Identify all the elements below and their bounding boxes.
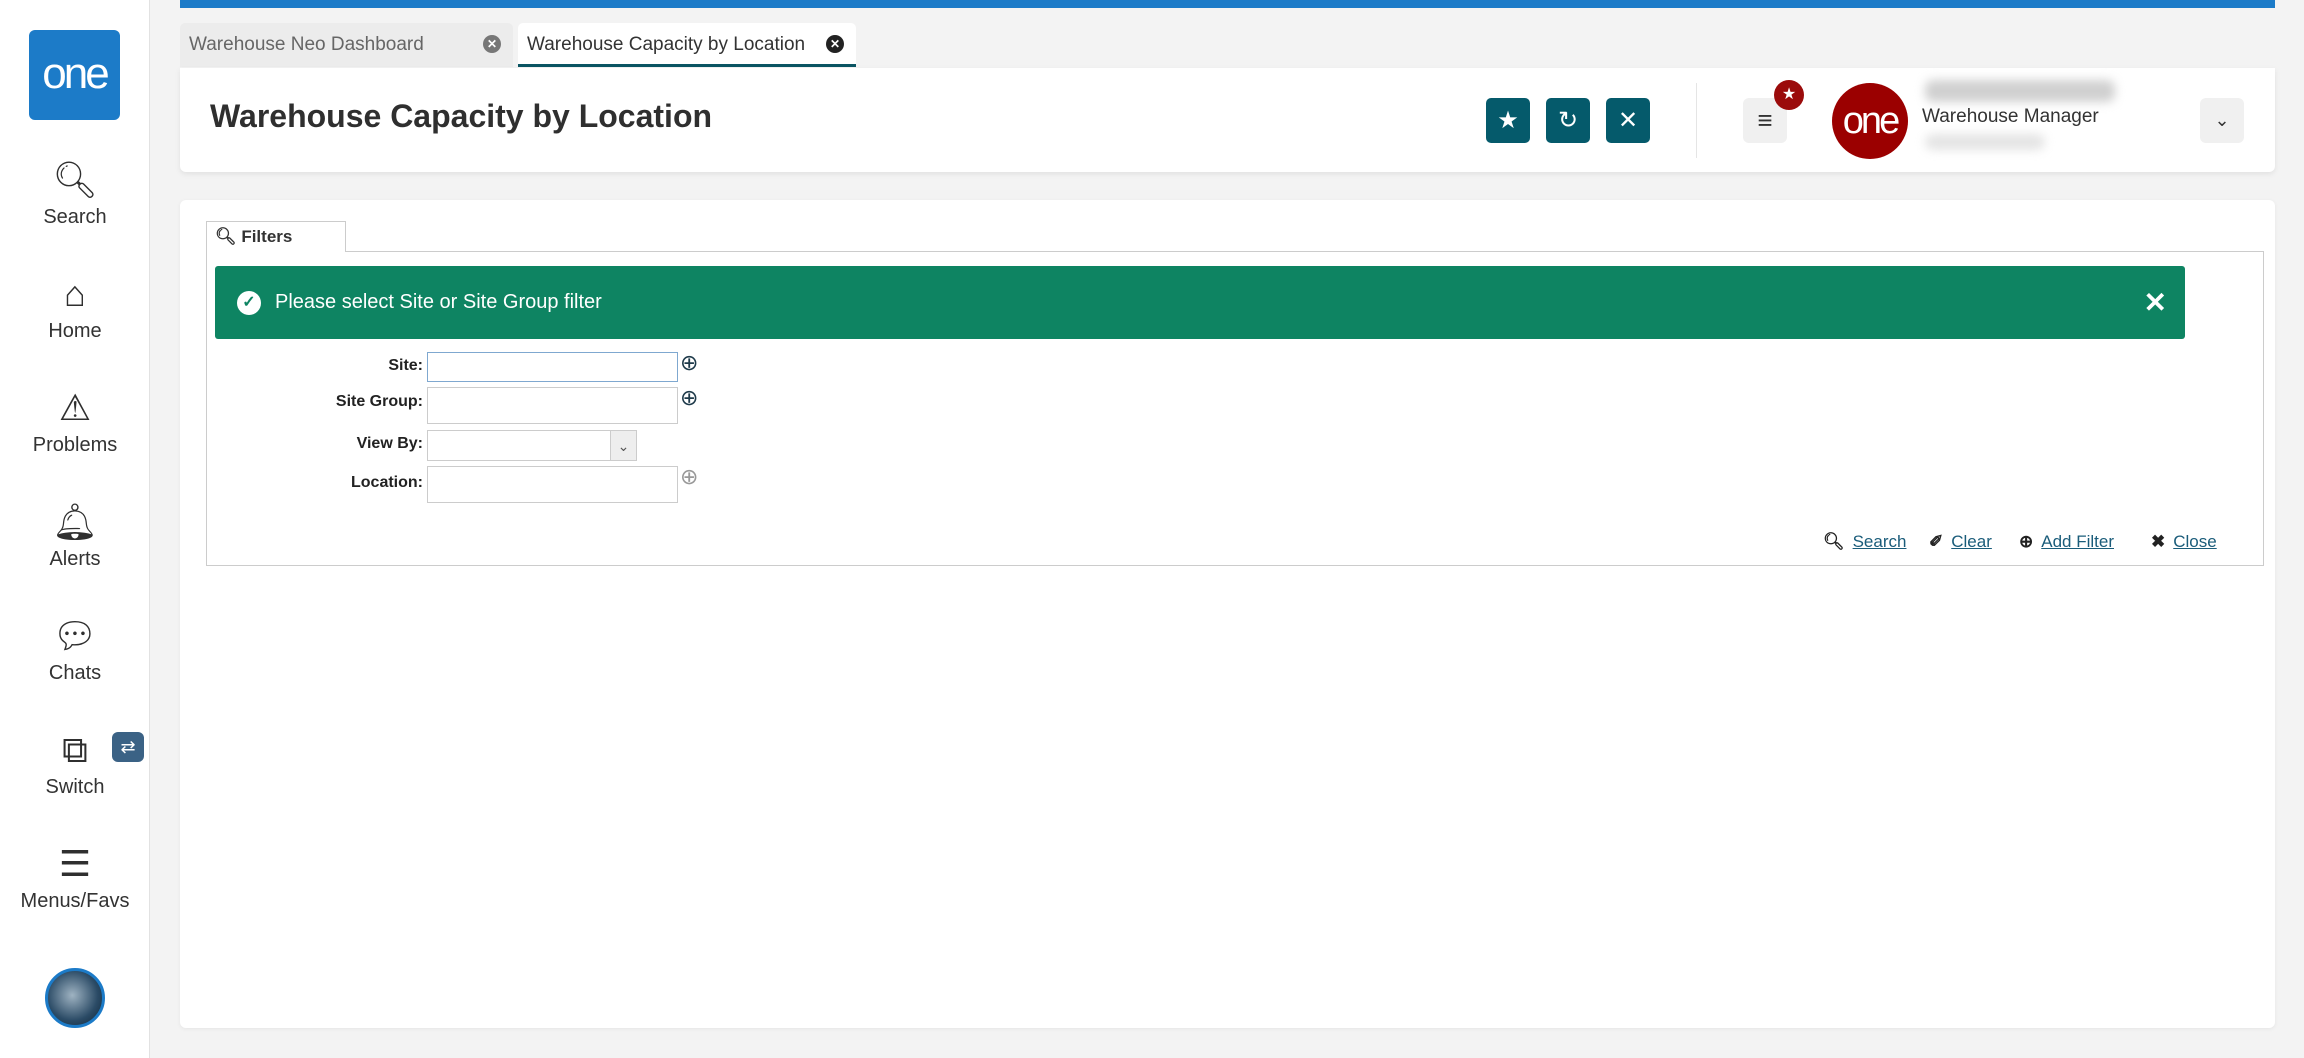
sidebar-item-problems[interactable]: ⚠ Problems	[0, 386, 150, 457]
sidebar-item-label: Switch	[45, 776, 105, 798]
search-icon: 🔍︎	[215, 227, 237, 246]
warning-icon: ⚠	[58, 387, 92, 428]
site-group-label: Site Group:	[335, 393, 423, 410]
top-accent-bar	[180, 0, 2275, 8]
broom-icon: ✐	[1929, 532, 1944, 551]
site-input[interactable]	[427, 352, 678, 382]
close-alert-icon[interactable]: ✕	[2144, 266, 2167, 339]
menu-icon: ☰	[58, 843, 92, 884]
filters-panel: ✓ Please select Site or Site Group filte…	[206, 251, 2264, 566]
refresh-button[interactable]: ↻	[1546, 98, 1590, 143]
tab-label: Warehouse Capacity by Location	[527, 34, 806, 55]
site-group-row: Site Group: ⊕	[207, 385, 807, 424]
zoom-in-lookup-icon: ⊕	[680, 464, 699, 489]
search-link[interactable]: 🔍︎ Search	[1823, 532, 1906, 552]
sidebar-item-label: Search	[43, 206, 107, 228]
sidebar-item-home[interactable]: ⌂ Home	[0, 272, 150, 343]
alert-message: Please select Site or Site Group filter	[275, 291, 602, 313]
menu-icon: ≡	[1757, 105, 1773, 135]
bell-icon: 🔔︎	[52, 501, 98, 542]
swap-icon[interactable]: ⇄	[112, 732, 144, 762]
user-avatar[interactable]: one	[1832, 83, 1908, 159]
zoom-in-lookup-icon[interactable]: ⊕	[680, 350, 698, 376]
content-panel: 🔍︎ Filters ✓ Please select Site or Site …	[180, 200, 2275, 1028]
add-filter-link[interactable]: ⊕ Add Filter	[2019, 532, 2114, 552]
close-icon: ✕	[1617, 107, 1639, 134]
location-input[interactable]	[427, 466, 678, 503]
sidebar-item-label: Menus/Favs	[20, 890, 130, 912]
page-title: Warehouse Capacity by Location	[210, 98, 713, 134]
sidebar-item-alerts[interactable]: 🔔︎ Alerts	[0, 500, 150, 571]
app-logo[interactable]: one	[29, 30, 120, 120]
close-link-label: Close	[2173, 532, 2217, 551]
sidebar-item-menus-favs[interactable]: ☰ Menus/Favs	[0, 842, 150, 913]
blurred-user-name	[1925, 80, 2115, 102]
location-row: Location: ⊕	[207, 464, 807, 503]
chevron-down-icon[interactable]: ⌄	[610, 431, 636, 460]
sidebar-item-label: Home	[48, 320, 102, 342]
clear-link[interactable]: ✐ Clear	[1929, 532, 1992, 552]
view-by-row: View By: ⌄	[207, 430, 807, 461]
site-label: Site:	[388, 357, 423, 374]
close-tab-icon[interactable]: ✕	[483, 35, 501, 53]
sidebar-item-chats[interactable]: 💬︎ Chats	[0, 614, 150, 685]
close-tab-icon[interactable]: ✕	[826, 35, 844, 53]
home-icon: ⌂	[64, 273, 86, 314]
chevron-down-icon: ⌄	[2214, 110, 2230, 130]
location-label: Location:	[351, 474, 423, 491]
chat-icon: 💬︎	[52, 615, 98, 656]
plus-circle-icon: ⊕	[2019, 532, 2034, 551]
tab-warehouse-neo-dashboard[interactable]: Warehouse Neo Dashboard ✕	[180, 23, 513, 67]
divider	[1696, 83, 1697, 158]
add-filter-link-label: Add Filter	[2041, 532, 2114, 551]
sidebar-item-label: Chats	[48, 662, 102, 684]
filters-tab[interactable]: 🔍︎ Filters	[206, 221, 346, 252]
check-circle-icon: ✓	[237, 291, 261, 315]
close-icon: ✖	[2151, 532, 2166, 551]
sidebar-item-label: Problems	[32, 434, 118, 456]
zoom-in-lookup-icon[interactable]: ⊕	[680, 385, 698, 411]
filters-tab-label: Filters	[241, 227, 293, 246]
blurred-user-detail	[1925, 134, 2045, 150]
page-header: Warehouse Capacity by Location ★ ↻ ✕ ≡ ★…	[180, 68, 2275, 172]
tab-warehouse-capacity[interactable]: Warehouse Capacity by Location ✕	[518, 23, 856, 67]
sidebar: one 🔍︎ Search ⌂ Home ⚠ Problems 🔔︎ Alerts 💬︎…	[0, 0, 150, 1058]
close-page-button[interactable]: ✕	[1606, 98, 1650, 143]
view-by-label: View By:	[356, 435, 423, 452]
site-row: Site: ⊕	[207, 350, 807, 382]
sidebar-item-label: Alerts	[49, 548, 101, 570]
user-role: Warehouse Manager	[1922, 106, 2099, 127]
info-alert: ✓ Please select Site or Site Group filte…	[215, 266, 2185, 339]
clear-link-label: Clear	[1951, 532, 1992, 551]
sidebar-item-search[interactable]: 🔍︎ Search	[0, 158, 150, 229]
search-icon: 🔍︎	[52, 159, 98, 200]
view-by-select[interactable]: ⌄	[427, 430, 637, 461]
tab-label: Warehouse Neo Dashboard	[189, 34, 424, 55]
close-link[interactable]: ✖ Close	[2151, 532, 2217, 552]
refresh-icon: ↻	[1557, 107, 1579, 134]
search-link-label: Search	[1852, 532, 1907, 551]
assistant-avatar[interactable]	[45, 968, 105, 1028]
star-icon: ★	[1497, 107, 1519, 134]
favorite-button[interactable]: ★	[1486, 98, 1530, 143]
search-icon: 🔍︎	[1823, 532, 1845, 551]
user-menu-dropdown[interactable]: ⌄	[2200, 98, 2244, 143]
star-badge-icon: ★	[1774, 80, 1804, 110]
site-group-input[interactable]	[427, 387, 678, 424]
